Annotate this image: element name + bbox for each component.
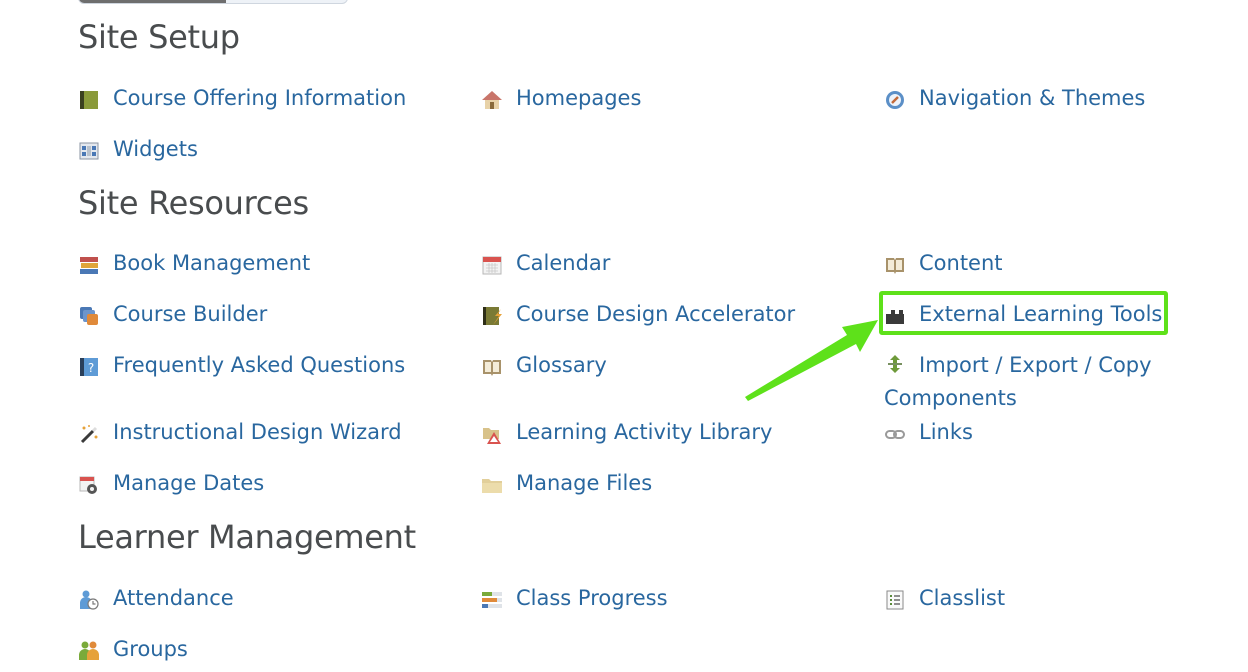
green-book-icon xyxy=(78,88,100,110)
widgets-grid-icon xyxy=(78,139,100,161)
progress-bars-icon xyxy=(481,588,503,610)
link-import-export-copy-components[interactable]: Import / Export / Copy Components xyxy=(884,349,1174,415)
link-calendar[interactable]: Calendar xyxy=(481,247,610,280)
svg-text:?: ? xyxy=(88,361,94,375)
top-progress-control xyxy=(78,0,348,4)
house-icon xyxy=(481,88,503,110)
import-export-arrows-icon xyxy=(884,352,906,374)
link-widgets[interactable]: Widgets xyxy=(78,133,198,166)
list-icon xyxy=(884,588,906,610)
link-navigation-themes[interactable]: Navigation & Themes xyxy=(884,82,1145,115)
link-book-management[interactable]: Book Management xyxy=(78,247,310,280)
link-links[interactable]: Links xyxy=(884,416,973,449)
folder-icon xyxy=(481,473,503,495)
section-heading-learner-management: Learner Management xyxy=(78,518,416,556)
chain-link-icon xyxy=(884,422,906,444)
open-book-icon xyxy=(884,253,906,275)
section-heading-site-setup: Site Setup xyxy=(78,18,240,56)
section-heading-site-resources: Site Resources xyxy=(78,184,309,222)
link-course-design-accelerator[interactable]: Course Design Accelerator xyxy=(481,298,795,331)
top-progress-fill xyxy=(79,0,227,3)
question-book-icon: ? xyxy=(78,355,100,377)
link-frequently-asked-questions[interactable]: ? Frequently Asked Questions xyxy=(78,349,405,382)
link-classlist[interactable]: Classlist xyxy=(884,582,1005,615)
link-course-offering-information[interactable]: Course Offering Information xyxy=(78,82,406,115)
link-class-progress[interactable]: Class Progress xyxy=(481,582,668,615)
compass-icon xyxy=(884,88,906,110)
activity-library-icon xyxy=(481,422,503,444)
highlight-box xyxy=(879,291,1168,335)
link-attendance[interactable]: Attendance xyxy=(78,582,234,615)
calendar-gear-icon xyxy=(78,473,100,495)
link-manage-files[interactable]: Manage Files xyxy=(481,467,652,500)
user-clock-icon xyxy=(78,588,100,610)
calendar-icon xyxy=(481,253,503,275)
link-instructional-design-wizard[interactable]: Instructional Design Wizard xyxy=(78,416,402,449)
link-course-builder[interactable]: Course Builder xyxy=(78,298,267,331)
link-homepages[interactable]: Homepages xyxy=(481,82,641,115)
book-stack-icon xyxy=(78,253,100,275)
link-manage-dates[interactable]: Manage Dates xyxy=(78,467,264,500)
link-glossary[interactable]: Glossary xyxy=(481,349,607,382)
link-content[interactable]: Content xyxy=(884,247,1003,280)
magic-wand-icon xyxy=(78,422,100,444)
group-users-icon xyxy=(78,639,100,661)
course-builder-icon xyxy=(78,304,100,326)
book-spark-icon xyxy=(481,304,503,326)
open-book-icon xyxy=(481,355,503,377)
link-groups[interactable]: Groups xyxy=(78,633,188,666)
link-learning-activity-library[interactable]: Learning Activity Library xyxy=(481,416,772,449)
